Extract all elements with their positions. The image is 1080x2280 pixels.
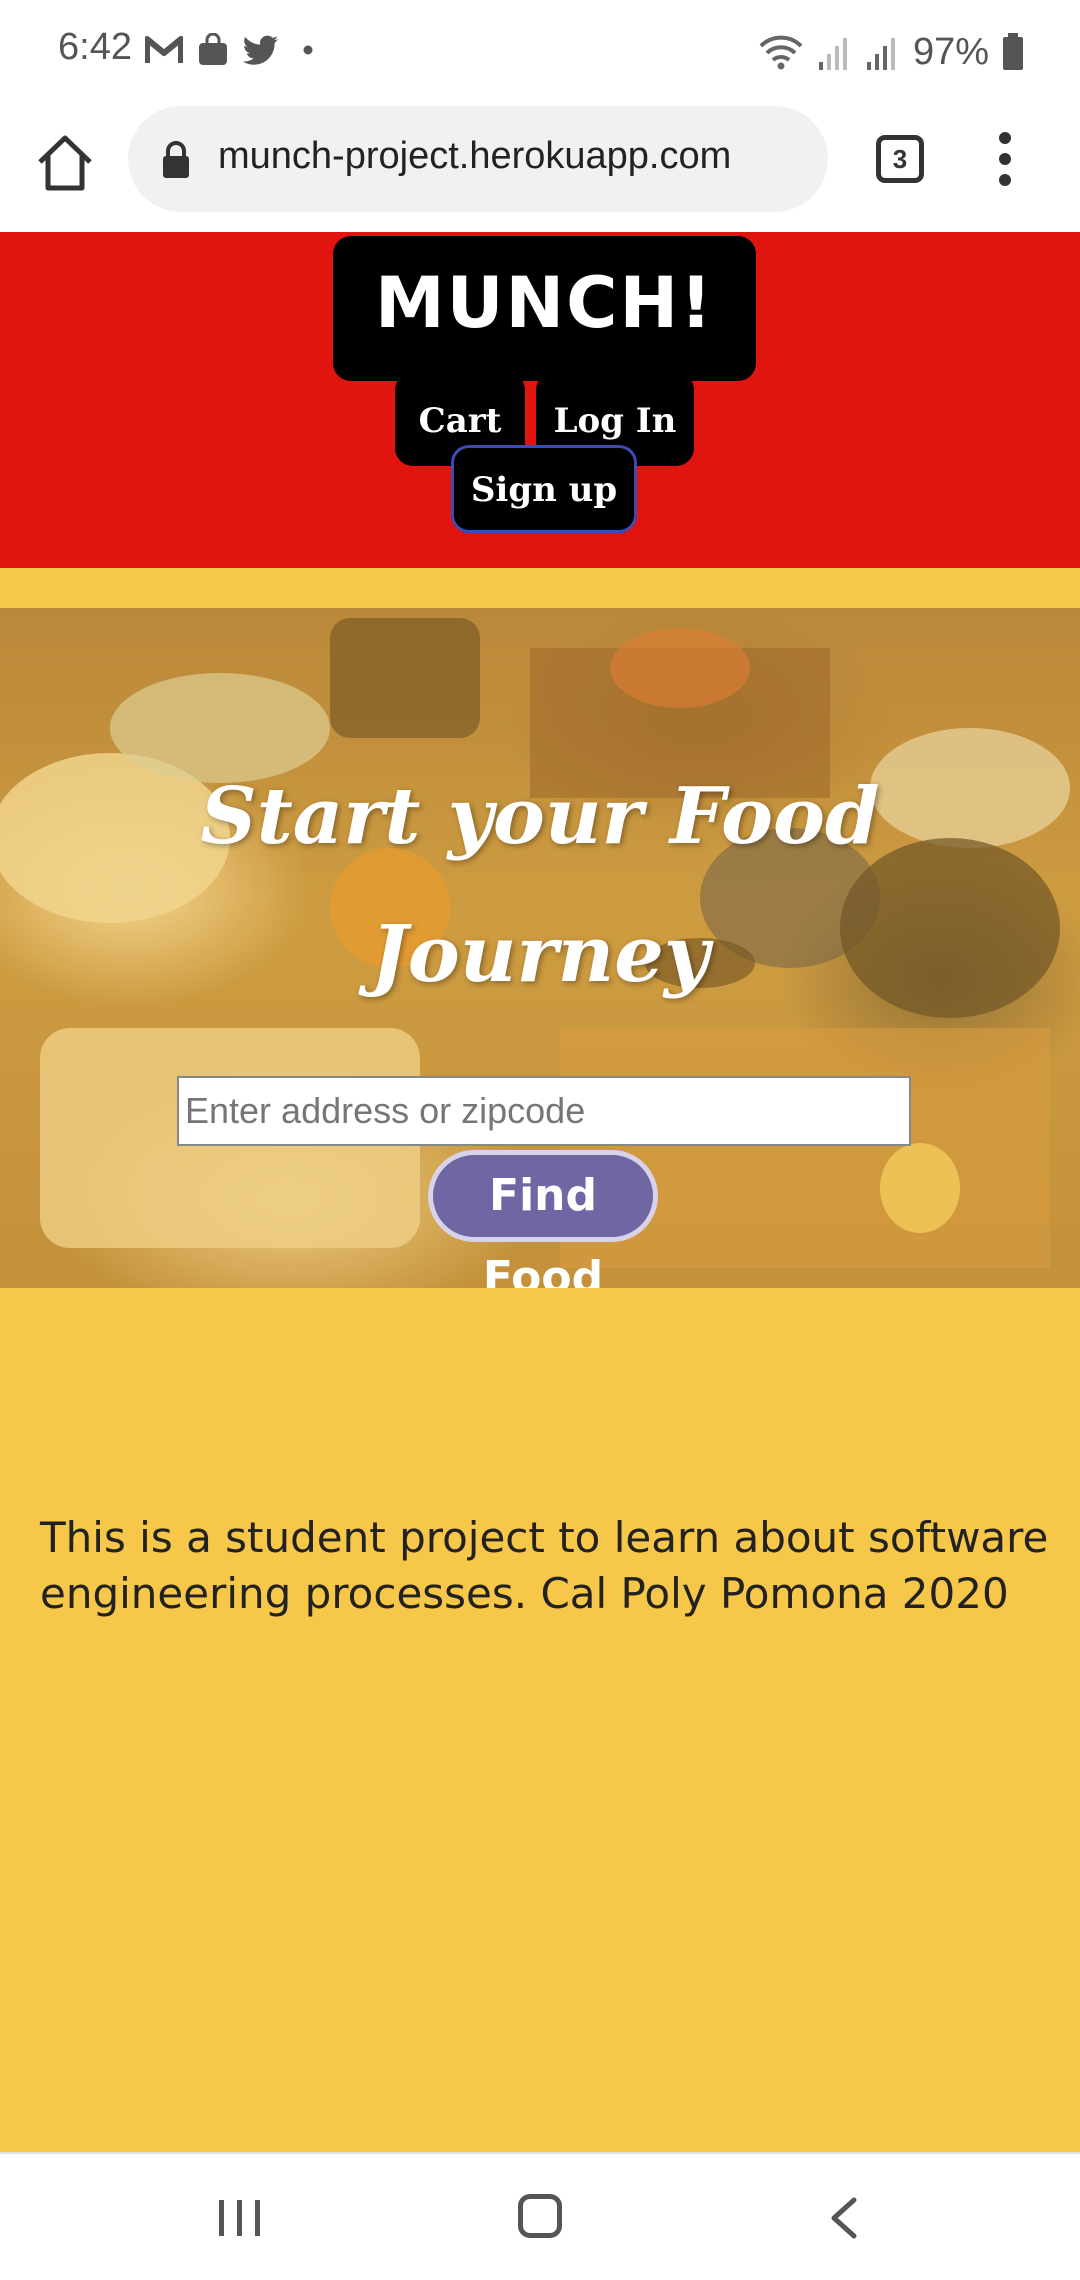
shopping-bag-icon xyxy=(199,33,227,65)
url-text[interactable]: munch-project.herokuapp.com xyxy=(218,135,731,178)
signal-icon xyxy=(818,38,847,70)
site-header: MUNCH! Cart Log In Sign up xyxy=(0,232,1080,568)
home-icon[interactable] xyxy=(32,130,98,196)
lock-icon[interactable] xyxy=(160,140,192,180)
more-options-icon[interactable] xyxy=(993,132,1017,192)
header-divider xyxy=(0,568,1080,608)
hero-banner: Start your Food Journey Find Food xyxy=(0,608,1080,1288)
signup-link[interactable]: Sign up xyxy=(451,445,637,533)
recent-apps-icon[interactable] xyxy=(215,2198,265,2238)
munch-logo[interactable]: MUNCH! xyxy=(333,236,756,381)
twitter-icon xyxy=(243,35,278,65)
battery-icon xyxy=(1003,33,1023,70)
android-navigation-bar xyxy=(0,2152,1080,2280)
tab-switcher-button[interactable]: 3 xyxy=(876,135,924,183)
project-note: This is a student project to learn about… xyxy=(40,1513,1049,1618)
logo-text: MUNCH! xyxy=(375,262,714,344)
wifi-icon xyxy=(759,35,803,70)
home-button-icon[interactable] xyxy=(518,2194,562,2238)
back-icon[interactable] xyxy=(826,2196,862,2240)
address-input[interactable] xyxy=(177,1076,911,1146)
status-time: 6:42 xyxy=(58,26,132,68)
hero-title: Start your Food Journey xyxy=(200,771,880,1000)
gmail-icon xyxy=(145,36,183,63)
find-food-button[interactable]: Find Food xyxy=(428,1150,658,1288)
battery-percent: 97% xyxy=(912,30,989,73)
system-status: 97% xyxy=(757,24,1025,80)
browser-toolbar: munch-project.herokuapp.com 3 xyxy=(0,102,1080,232)
signal-icon xyxy=(866,38,895,70)
notification-icons xyxy=(145,30,323,70)
status-bar: 6:42 97% xyxy=(0,0,1080,102)
dot-icon xyxy=(303,45,313,55)
